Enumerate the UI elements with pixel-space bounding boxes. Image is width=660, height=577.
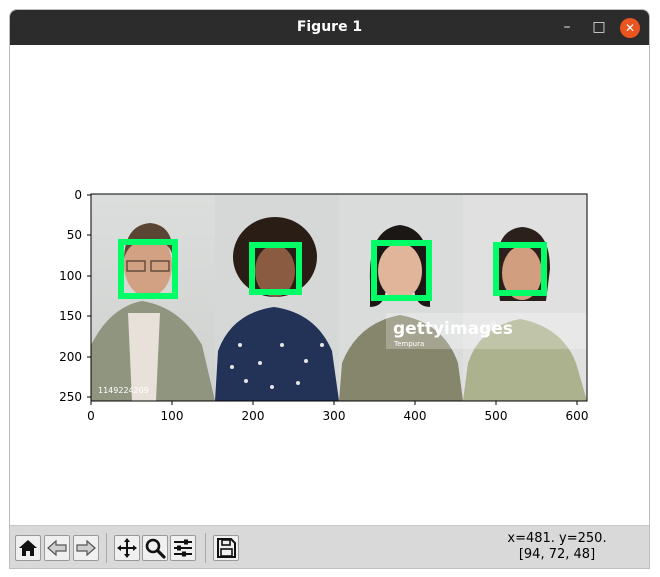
forward-icon (76, 539, 96, 557)
pan-button[interactable] (114, 535, 140, 561)
y-tick-label: 0 (74, 188, 82, 202)
zoom-icon (145, 538, 166, 559)
pixel-value: [94, 72, 48] (518, 547, 596, 562)
watermark-registered: ® (490, 321, 497, 329)
minimize-button[interactable]: – (556, 16, 578, 38)
person-3-face (378, 243, 422, 299)
y-tick-label: 150 (59, 309, 82, 323)
figure-canvas[interactable]: gettyimages ® Tempura 1149224209 0 100 2… (10, 45, 649, 525)
toolbar-separator (106, 533, 107, 563)
cursor-coords: x=481. y=250. (507, 531, 607, 546)
x-tick-label: 300 (323, 409, 346, 423)
back-icon (47, 539, 67, 557)
x-tick-label: 100 (161, 409, 184, 423)
window-title: Figure 1 (296, 19, 363, 35)
x-tick-label: 0 (87, 409, 95, 423)
x-tick-label: 200 (242, 409, 265, 423)
configure-subplots-button[interactable] (170, 535, 196, 561)
watermark-credit: Tempura (393, 340, 424, 348)
x-axis: 0 100 200 300 400 500 600 (87, 401, 588, 423)
image-id-text: 1149224209 (98, 386, 149, 395)
axes-plot[interactable]: gettyimages ® Tempura 1149224209 0 100 2… (10, 45, 650, 525)
title-bar[interactable]: Figure 1 – □ ✕ (10, 10, 649, 45)
x-tick-label: 400 (404, 409, 427, 423)
home-button[interactable] (15, 535, 41, 561)
pan-icon (117, 538, 137, 558)
x-tick-label: 500 (485, 409, 508, 423)
save-button[interactable] (213, 535, 239, 561)
y-tick-label: 50 (67, 228, 82, 242)
home-icon (19, 540, 37, 556)
y-tick-label: 200 (59, 350, 82, 364)
close-button[interactable]: ✕ (620, 18, 640, 38)
y-tick-label: 250 (59, 390, 82, 404)
configure-subplots-icon (174, 539, 192, 557)
navigation-toolbar: x=481. y=250. [94, 72, 48] (10, 525, 649, 568)
figure-window: Figure 1 – □ ✕ gettyimages ® Tempura 114… (9, 9, 650, 569)
cursor-readout: x=481. y=250. [94, 72, 48] (477, 531, 637, 563)
y-tick-label: 100 (59, 269, 82, 283)
save-icon (217, 538, 236, 558)
maximize-button[interactable]: □ (588, 16, 610, 38)
x-tick-label: 600 (566, 409, 589, 423)
forward-button[interactable] (73, 535, 99, 561)
toolbar-separator (205, 533, 206, 563)
y-axis: 0 50 100 150 200 250 (59, 188, 91, 404)
back-button[interactable] (44, 535, 70, 561)
zoom-button[interactable] (142, 535, 168, 561)
